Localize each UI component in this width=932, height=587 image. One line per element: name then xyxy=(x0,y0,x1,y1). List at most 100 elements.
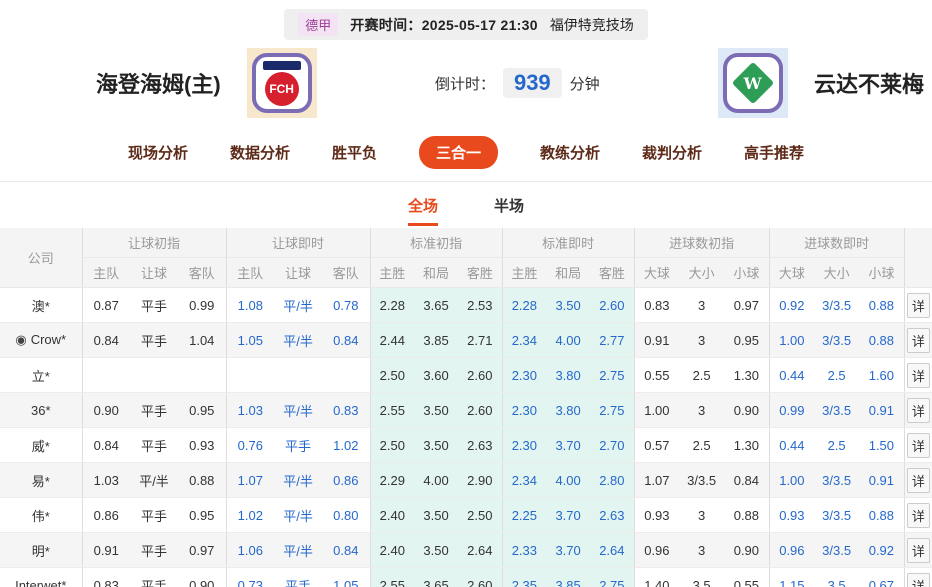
odds-cell: 0.91 xyxy=(859,392,905,428)
countdown: 倒计时： 939 分钟 xyxy=(435,68,600,98)
subtab-half-match[interactable]: 半场 xyxy=(494,195,524,226)
nav-tabs: 现场分析 数据分析 胜平负 三合一 教练分析 裁判分析 高手推荐 xyxy=(0,128,932,182)
odds-cell: 3 xyxy=(679,392,725,428)
odds-cell: 0.92 xyxy=(859,532,905,568)
tab-referee-analysis[interactable]: 裁判分析 xyxy=(642,142,702,163)
odds-cell: 平手 xyxy=(130,497,178,533)
odds-cell: 2.30 xyxy=(501,357,547,393)
odds-cell: 0.95 xyxy=(178,497,227,533)
tab-data-analysis[interactable]: 数据分析 xyxy=(230,142,290,163)
odds-cell: 2.30 xyxy=(501,392,547,428)
odds-cell: 平手 xyxy=(130,287,178,323)
company-name: Interwet* xyxy=(15,577,67,587)
odds-cell: 0.78 xyxy=(322,287,371,323)
detail-cell: 详 xyxy=(903,462,932,498)
odds-cell: 2.34 xyxy=(501,322,547,358)
odds-cell: 1.03 xyxy=(81,462,130,498)
detail-button[interactable]: 详 xyxy=(906,362,930,388)
odds-cell: 3.50 xyxy=(414,392,459,428)
odds-cell: 3.65 xyxy=(414,287,459,323)
detail-cell: 详 xyxy=(903,427,932,463)
detail-button[interactable]: 详 xyxy=(906,467,930,493)
tab-coach-analysis[interactable]: 教练分析 xyxy=(540,142,600,163)
odds-cell: 平手 xyxy=(130,532,178,568)
subtab-full-match[interactable]: 全场 xyxy=(407,195,438,226)
odds-cell: 0.93 xyxy=(178,427,227,463)
odds-cell: 2.44 xyxy=(369,322,415,358)
odds-cell: 2.53 xyxy=(458,287,503,323)
col-header: 小球 xyxy=(724,257,770,288)
detail-button[interactable]: 详 xyxy=(906,432,930,458)
odds-cell: 0.73 xyxy=(225,567,275,587)
odds-cell: 3/3.5 xyxy=(814,462,860,498)
countdown-value: 939 xyxy=(502,68,562,98)
odds-cell: 0.93 xyxy=(768,497,815,533)
odds-cell: 3.85 xyxy=(414,322,459,358)
odds-cell: 0.83 xyxy=(633,287,680,323)
odds-cell: 0.93 xyxy=(633,497,680,533)
home-logo-frame: FCH xyxy=(251,53,312,113)
odds-cell: 2.33 xyxy=(501,532,547,568)
odds-cell: 2.71 xyxy=(458,322,503,358)
odds-cell: 2.28 xyxy=(501,287,547,323)
odds-cell: 0.88 xyxy=(859,497,905,533)
detail-button[interactable]: 详 xyxy=(906,292,930,318)
away-team-name: 云达不莱梅 xyxy=(813,72,924,97)
table-row: 明* 0.91 平手 0.97 1.06 平/半 0.84 2.40 3.50 2.64 2.33 3… xyxy=(0,532,932,568)
odds-cell: 0.90 xyxy=(178,567,227,587)
table-row: 立* 2.50 3.60 2.60 2.30 3.80 2.75 0.55 2.5 1.30 0.4… xyxy=(0,357,932,393)
odds-cell: 0.44 xyxy=(768,357,815,393)
odds-cell: 2.60 xyxy=(458,357,503,393)
odds-cell: 4.00 xyxy=(414,462,459,498)
odds-cell xyxy=(130,357,178,393)
detail-button[interactable]: 详 xyxy=(906,537,930,563)
company-name: 36* xyxy=(30,402,51,418)
odds-table-header: 公司 让球初指 让球即时 标准初指 标准即时 进球数初指 进球数即时 主队 让球… xyxy=(0,228,932,288)
odds-cell: 0.99 xyxy=(178,287,227,323)
odds-cell: 0.88 xyxy=(178,462,227,498)
detail-cell: 详 xyxy=(903,357,932,393)
odds-cell: 1.04 xyxy=(178,322,227,358)
odds-cell: 2.63 xyxy=(458,427,503,463)
tab-three-in-one[interactable]: 三合一 xyxy=(418,136,498,169)
odds-cell: 2.60 xyxy=(458,392,503,428)
detail-cell: 详 xyxy=(903,322,932,358)
odds-cell: 0.80 xyxy=(322,497,371,533)
col-header: 和局 xyxy=(546,257,591,288)
league-badge: 德甲 xyxy=(298,13,339,36)
company-cell: 36* xyxy=(0,392,82,428)
detail-button[interactable]: 详 xyxy=(906,327,930,353)
odds-cell: 3.85 xyxy=(546,567,591,587)
odds-cell: 3.50 xyxy=(546,287,591,323)
company-header: 公司 xyxy=(0,228,82,288)
company-cell: ◉ Crow* xyxy=(0,322,82,358)
odds-cell: 2.63 xyxy=(590,497,635,533)
odds-cell: 1.30 xyxy=(724,427,770,463)
odds-cell: 3/3.5 xyxy=(814,532,860,568)
tab-win-draw-lose[interactable]: 胜平负 xyxy=(332,142,377,163)
odds-cell: 3.60 xyxy=(414,357,459,393)
match-header: 海登海姆(主) FCH 倒计时： 939 分钟 W 云达不莱梅 xyxy=(0,40,932,128)
odds-cell: 0.91 xyxy=(859,462,905,498)
detail-cell: 详 xyxy=(903,287,932,323)
detail-button[interactable]: 详 xyxy=(906,572,930,587)
detail-button[interactable]: 详 xyxy=(906,502,930,528)
odds-cell: 1.50 xyxy=(859,427,905,463)
odds-cell: 2.64 xyxy=(458,532,503,568)
odds-cell: 1.00 xyxy=(633,392,680,428)
odds-cell: 3.5 xyxy=(814,567,860,587)
odds-cell: 3.5 xyxy=(679,567,725,587)
odds-cell: 2.75 xyxy=(590,357,635,393)
odds-cell: 平手 xyxy=(130,567,178,587)
match-info-bar: 德甲 开赛时间：2025-05-17 21:30 福伊特竞技场 xyxy=(284,9,648,40)
tab-live-analysis[interactable]: 现场分析 xyxy=(128,142,188,163)
odds-cell: 2.25 xyxy=(501,497,547,533)
odds-cell: 3/3.5 xyxy=(814,287,860,323)
detail-button[interactable]: 详 xyxy=(906,397,930,423)
odds-cell: 3 xyxy=(679,287,725,323)
odds-cell: 0.87 xyxy=(81,287,130,323)
odds-cell: 3/3.5 xyxy=(814,392,860,428)
odds-cell: 2.50 xyxy=(369,427,415,463)
tab-expert-picks[interactable]: 高手推荐 xyxy=(744,142,804,163)
odds-cell: 0.88 xyxy=(724,497,770,533)
